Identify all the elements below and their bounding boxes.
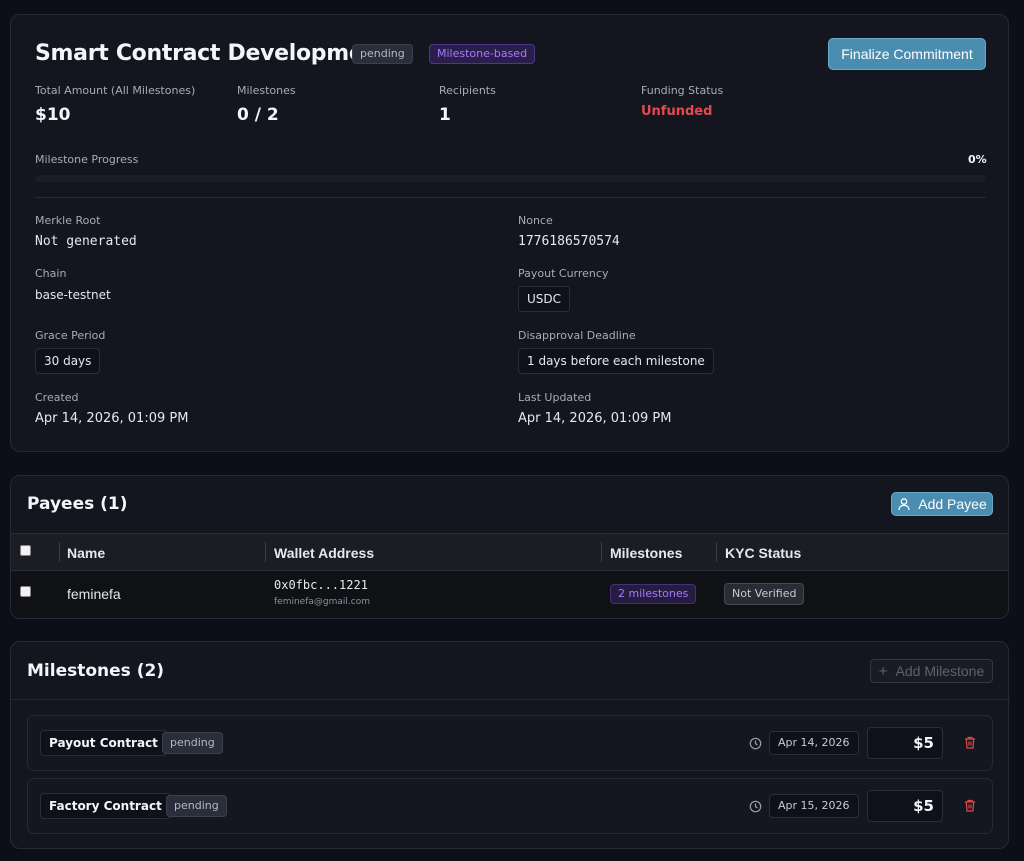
milestones-title: Milestones (2) <box>27 661 165 681</box>
select-all-checkbox[interactable] <box>20 545 31 556</box>
milestones-count-value: 0 / 2 <box>237 105 279 125</box>
created-value: Apr 14, 2026, 01:09 PM <box>35 411 189 426</box>
total-amount-value: $10 <box>35 105 71 125</box>
column-separator <box>601 542 602 562</box>
milestone-name[interactable]: Payout Contract <box>40 730 167 756</box>
payee-email: feminefa@gmail.com <box>274 597 370 607</box>
milestone-date[interactable]: Apr 15, 2026 <box>769 794 859 818</box>
payees-table-header: Name Wallet Address Milestones KYC Statu… <box>11 533 1008 571</box>
add-milestone-label: Add Milestone <box>895 663 985 679</box>
merkle-root-value: Not generated <box>35 234 137 249</box>
progress-percent: 0% <box>968 153 987 166</box>
milestone-date[interactable]: Apr 14, 2026 <box>769 731 859 755</box>
trash-icon[interactable] <box>964 736 976 749</box>
column-separator <box>265 542 266 562</box>
recipients-label: Recipients <box>439 84 496 97</box>
nonce-label: Nonce <box>518 214 553 227</box>
milestone-row[interactable]: Payout Contract pending Apr 14, 2026 $5 <box>27 715 993 771</box>
milestone-status-badge: pending <box>166 795 227 817</box>
payees-card: Payees (1) Add Payee Name Wallet Address… <box>10 475 1009 619</box>
chain-value: base-testnet <box>35 288 111 302</box>
user-icon <box>898 498 910 511</box>
column-separator <box>59 542 60 562</box>
divider <box>11 699 1010 700</box>
recipients-value: 1 <box>439 105 451 125</box>
created-label: Created <box>35 391 79 404</box>
clock-icon <box>749 800 762 813</box>
disapproval-deadline-value: 1 days before each milestone <box>518 348 714 374</box>
milestone-row[interactable]: Factory Contract pending Apr 15, 2026 $5 <box>27 778 993 834</box>
payee-wallet: 0x0fbc...1221 <box>274 578 368 592</box>
add-payee-button[interactable]: Add Payee <box>891 492 993 516</box>
trash-icon[interactable] <box>964 799 976 812</box>
divider <box>35 197 986 198</box>
row-checkbox[interactable] <box>20 586 31 597</box>
last-updated-value: Apr 14, 2026, 01:09 PM <box>518 411 672 426</box>
chain-label: Chain <box>35 267 67 280</box>
column-header-kyc: KYC Status <box>725 545 802 561</box>
milestone-progress-bar <box>35 175 986 182</box>
status-badge: pending <box>352 44 413 64</box>
nonce-value: 1776186570574 <box>518 234 620 249</box>
finalize-commitment-button[interactable]: Finalize Commitment <box>828 38 986 70</box>
disapproval-deadline-label: Disapproval Deadline <box>518 329 636 342</box>
payee-milestones-tag: 2 milestones <box>610 584 697 604</box>
column-separator <box>716 542 717 562</box>
funding-status-label: Funding Status <box>641 84 724 97</box>
grace-period-value: 30 days <box>35 348 101 374</box>
funding-status-value: Unfunded <box>641 104 713 119</box>
page-title: Smart Contract Development <box>35 41 390 66</box>
add-milestone-button[interactable]: + Add Milestone <box>870 659 993 683</box>
payees-title: Payees (1) <box>27 494 128 514</box>
milestone-amount[interactable]: $5 <box>867 790 943 822</box>
commitment-card: Smart Contract Development pending Miles… <box>10 14 1009 452</box>
milestone-status-badge: pending <box>162 732 223 754</box>
clock-icon <box>749 737 762 750</box>
payout-currency-value: USDC <box>518 286 571 312</box>
kyc-status-badge: Not Verified <box>724 583 805 605</box>
milestones-count-label: Milestones <box>237 84 296 97</box>
grace-period-label: Grace Period <box>35 329 106 342</box>
milestone-name[interactable]: Factory Contract <box>40 793 171 819</box>
add-payee-label: Add Payee <box>918 496 987 512</box>
table-row[interactable]: feminefa 0x0fbc...1221 feminefa@gmail.co… <box>11 571 1008 618</box>
milestones-card: Milestones (2) + Add Milestone Payout Co… <box>10 641 1010 849</box>
column-header-milestones: Milestones <box>610 545 683 561</box>
merkle-root-label: Merkle Root <box>35 214 101 227</box>
payee-name: feminefa <box>67 586 121 602</box>
column-header-name: Name <box>67 545 106 561</box>
payout-currency-label: Payout Currency <box>518 267 609 280</box>
total-amount-label: Total Amount (All Milestones) <box>35 84 196 97</box>
last-updated-label: Last Updated <box>518 391 592 404</box>
type-badge: Milestone-based <box>429 44 536 64</box>
milestone-amount[interactable]: $5 <box>867 727 943 759</box>
plus-icon: + <box>878 662 888 680</box>
progress-label: Milestone Progress <box>35 153 139 166</box>
column-header-wallet: Wallet Address <box>274 545 375 561</box>
